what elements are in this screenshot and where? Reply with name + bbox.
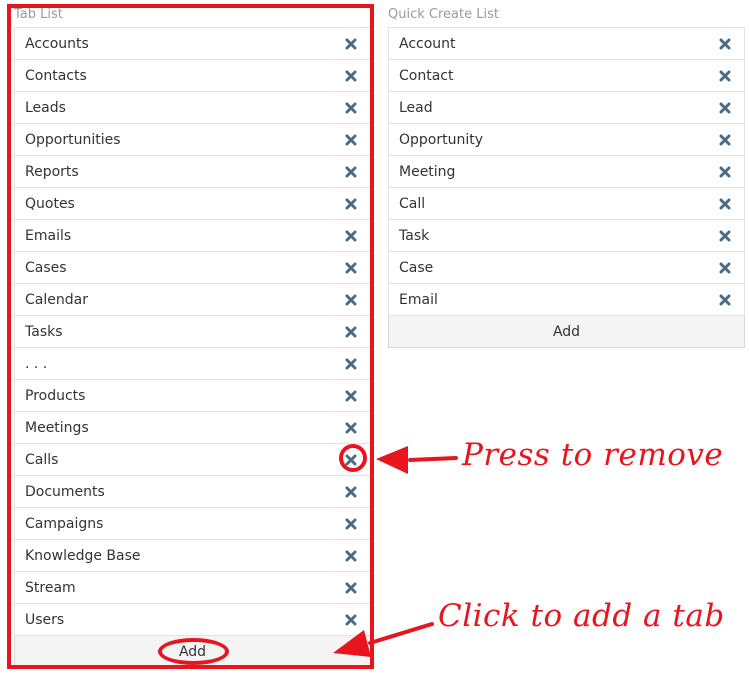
remove-arrow-icon	[376, 446, 458, 474]
close-icon[interactable]	[344, 165, 358, 179]
list-item-label: Cases	[25, 259, 67, 276]
close-icon[interactable]	[718, 133, 732, 147]
list-item-label: Call	[399, 195, 426, 212]
list-item: Contact	[388, 60, 745, 92]
list-item-label: Knowledge Base	[25, 547, 141, 564]
quick-create-add-button[interactable]: Add	[388, 316, 745, 348]
close-icon[interactable]	[344, 613, 358, 627]
list-item-label: Stream	[25, 579, 76, 596]
list-item-label: Opportunities	[25, 131, 121, 148]
list-item-label: Email	[399, 291, 438, 308]
close-icon[interactable]	[344, 229, 358, 243]
close-icon[interactable]	[344, 261, 358, 275]
list-item: Cases	[14, 252, 371, 284]
list-item-label: Emails	[25, 227, 72, 244]
list-item: Lead	[388, 92, 745, 124]
list-item-label: . . .	[25, 355, 48, 372]
tab-list: Accounts Contacts Leads Opportunities Report…	[14, 27, 371, 636]
list-item-label: Meetings	[25, 419, 89, 436]
list-item: Stream	[14, 572, 371, 604]
list-item: Users	[14, 604, 371, 636]
close-icon[interactable]	[344, 549, 358, 563]
list-item: Campaigns	[14, 508, 371, 540]
list-item-label: Campaigns	[25, 515, 104, 532]
list-item: Quotes	[14, 188, 371, 220]
list-item: Tasks	[14, 316, 371, 348]
list-item: Case	[388, 252, 745, 284]
list-item: Meetings	[14, 412, 371, 444]
quick-create-list: Account Contact Lead Opportunity Meeting Call…	[388, 27, 745, 316]
list-item-label: Accounts	[25, 35, 89, 52]
list-item: Calendar	[14, 284, 371, 316]
list-item-label: Quotes	[25, 195, 75, 212]
remove-annotation-text: Press to remove	[462, 437, 724, 473]
list-item-label: Calls	[25, 451, 59, 468]
list-item: Knowledge Base	[14, 540, 371, 572]
tab-list-panel: Tab List Accounts Contacts Leads Opportunit…	[14, 5, 371, 668]
list-item-label: Leads	[25, 99, 66, 116]
list-item: Contacts	[14, 60, 371, 92]
close-icon[interactable]	[344, 453, 358, 467]
list-item-label: Task	[399, 227, 430, 244]
quick-create-title: Quick Create List	[388, 7, 499, 22]
close-icon[interactable]	[718, 101, 732, 115]
list-item: Task	[388, 220, 745, 252]
close-icon[interactable]	[344, 69, 358, 83]
list-item: Calls	[14, 444, 371, 476]
close-icon[interactable]	[344, 421, 358, 435]
list-item-label: Opportunity	[399, 131, 484, 148]
tab-list-add-button[interactable]: Add	[14, 636, 371, 668]
list-item: Emails	[14, 220, 371, 252]
list-item-label: Tasks	[25, 323, 63, 340]
list-item: Opportunity	[388, 124, 745, 156]
close-icon[interactable]	[718, 69, 732, 83]
list-item-label: Contacts	[25, 67, 87, 84]
list-item-label: Products	[25, 387, 86, 404]
list-item: Call	[388, 188, 745, 220]
list-item-label: Case	[399, 259, 434, 276]
close-icon[interactable]	[718, 37, 732, 51]
list-item-label: Reports	[25, 163, 79, 180]
list-item-label: Contact	[399, 67, 454, 84]
close-icon[interactable]	[344, 357, 358, 371]
list-item: Meeting	[388, 156, 745, 188]
list-item: Documents	[14, 476, 371, 508]
list-item-label: Lead	[399, 99, 433, 116]
close-icon[interactable]	[344, 133, 358, 147]
list-item: Account	[388, 28, 745, 60]
close-icon[interactable]	[718, 261, 732, 275]
list-item-label: Documents	[25, 483, 105, 500]
close-icon[interactable]	[344, 389, 358, 403]
close-icon[interactable]	[344, 197, 358, 211]
list-item-label: Account	[399, 35, 456, 52]
close-icon[interactable]	[344, 485, 358, 499]
list-item: Products	[14, 380, 371, 412]
quick-create-panel: Quick Create List Account Contact Lead Oppo…	[388, 5, 745, 348]
list-item: Email	[388, 284, 745, 316]
list-item: Leads	[14, 92, 371, 124]
list-item: Reports	[14, 156, 371, 188]
list-item: Accounts	[14, 28, 371, 60]
list-item-label: Meeting	[399, 163, 456, 180]
close-icon[interactable]	[718, 293, 732, 307]
close-icon[interactable]	[718, 229, 732, 243]
close-icon[interactable]	[344, 517, 358, 531]
list-item-label: Users	[25, 611, 65, 628]
list-item: Opportunities	[14, 124, 371, 156]
close-icon[interactable]	[344, 325, 358, 339]
list-item: . . .	[14, 348, 371, 380]
close-icon[interactable]	[344, 581, 358, 595]
close-icon[interactable]	[344, 293, 358, 307]
close-icon[interactable]	[718, 165, 732, 179]
close-icon[interactable]	[344, 101, 358, 115]
tab-list-title: Tab List	[14, 7, 63, 22]
close-icon[interactable]	[344, 37, 358, 51]
close-icon[interactable]	[718, 197, 732, 211]
add-annotation-text: Click to add a tab	[438, 598, 725, 634]
list-item-label: Calendar	[25, 291, 88, 308]
